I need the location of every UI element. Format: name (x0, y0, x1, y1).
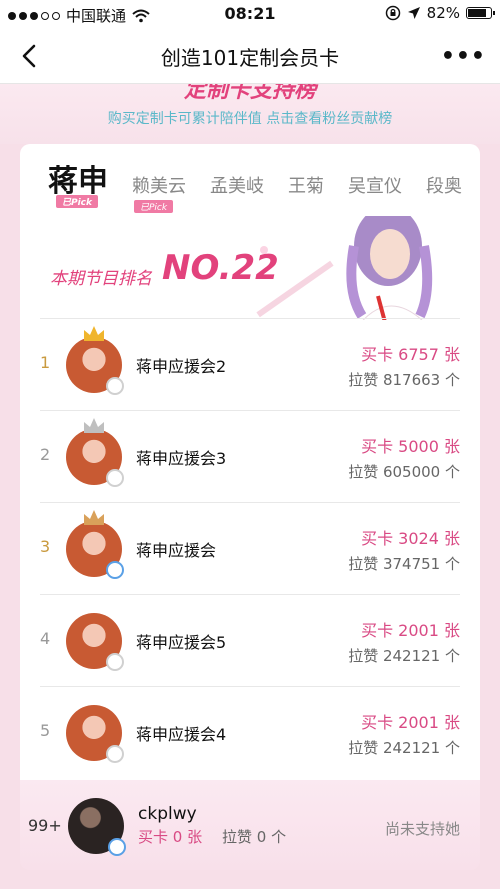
my-support-bar[interactable]: 99+ ckplwy 买卡 0 张 拉赞 0 个 尚未支持她 (20, 780, 480, 870)
rank-number: 4 (40, 629, 51, 648)
tab-contestant-4[interactable]: 王菊 (288, 154, 324, 198)
tab-label: 王菊 (288, 176, 324, 197)
ranking-card: 蒋申 已Pick 赖美云 已Pick 孟美岐 王菊 吴宣仪 段奥 本期节目排名 … (20, 144, 480, 794)
likes-count: 拉赞 242121 个 (348, 647, 460, 665)
list-item[interactable]: 1 蒋申应援会2 买卡 6757 张 拉赞 817663 个 (40, 318, 460, 410)
banner: 定制卡支持榜 购买定制卡可累计陪伴值 点击查看粉丝贡献榜 (0, 84, 500, 144)
support-status: 尚未支持她 (384, 820, 460, 838)
nav-bar: 创造101定制会员卡 ••• (0, 28, 500, 84)
likes-count: 拉赞 605000 个 (348, 463, 460, 481)
pick-badge: 已Pick (134, 200, 174, 213)
silver-crown-icon (84, 418, 104, 433)
location-arrow-icon (407, 7, 420, 19)
rank-number: 2 (40, 445, 51, 464)
tab-label: 赖美云 (132, 176, 186, 197)
medal-badge-icon (106, 469, 124, 487)
supporter-name: 蒋申应援会5 (136, 633, 227, 652)
gold-crown-icon (84, 326, 104, 341)
status-bar: 中国联通 08:21 82% (0, 0, 500, 28)
rank-label: 本期节目排名 (50, 269, 152, 289)
contestant-tabs: 蒋申 已Pick 赖美云 已Pick 孟美岐 王菊 吴宣仪 段奥 (48, 154, 480, 214)
contestant-portrait (346, 216, 433, 320)
supporter-name: 蒋申应援会2 (136, 357, 227, 376)
medal-badge-icon (106, 377, 124, 395)
tab-label: 蒋申 (48, 164, 108, 199)
my-likes-count: 拉赞 0 个 (222, 828, 287, 846)
my-rank: 99+ (28, 816, 62, 835)
rank-number: 1 (40, 353, 51, 372)
medal-badge-icon (106, 653, 124, 671)
bronze-crown-icon (84, 510, 104, 525)
avatar (66, 418, 124, 487)
medal-badge-icon (106, 561, 124, 579)
cards-count: 买卡 5000 张 (361, 437, 460, 456)
likes-count: 拉赞 374751 个 (348, 555, 460, 573)
tab-label: 吴宣仪 (348, 176, 402, 197)
tab-contestant-5[interactable]: 吴宣仪 (348, 154, 402, 198)
cards-count: 买卡 2001 张 (361, 713, 460, 732)
avatar (66, 613, 124, 671)
list-item[interactable]: 3 蒋申应援会 买卡 3024 张 拉赞 374751 个 (40, 502, 460, 594)
banner-subtitle[interactable]: 购买定制卡可累计陪伴值 点击查看粉丝贡献榜 (0, 108, 500, 128)
battery-percent: 82% (426, 4, 460, 22)
rank-section: 本期节目排名 NO.22 (20, 216, 480, 320)
avatar (66, 510, 124, 579)
banner-heading: 定制卡支持榜 (183, 84, 316, 103)
supporter-name: 蒋申应援会 (136, 541, 217, 560)
cards-count: 买卡 2001 张 (361, 621, 460, 640)
my-cards-count: 买卡 0 张 (138, 828, 203, 846)
tab-label: 孟美岐 (210, 176, 264, 197)
ranking-list: 1 蒋申应援会2 买卡 6757 张 拉赞 817663 个 2 蒋申应援会3 … (40, 318, 460, 778)
cards-count: 买卡 6757 张 (361, 345, 460, 364)
tab-contestant-2[interactable]: 赖美云 已Pick (132, 154, 186, 213)
medal-badge-icon (106, 745, 124, 763)
supporter-name: 蒋申应援会3 (136, 449, 227, 468)
rotation-lock-icon (385, 5, 400, 21)
status-right: 82% (385, 4, 495, 22)
rank-number: 5 (40, 721, 51, 740)
rank-number: 3 (40, 537, 51, 556)
avatar (66, 326, 124, 395)
more-button[interactable]: ••• (441, 44, 486, 69)
medal-badge-icon (108, 838, 126, 856)
my-username: ckplwy (138, 804, 197, 824)
page-title: 创造101定制会员卡 (160, 46, 340, 70)
battery-icon (466, 7, 495, 19)
list-item[interactable]: 4 蒋申应援会5 买卡 2001 张 拉赞 242121 个 (40, 594, 460, 686)
tab-contestant-1[interactable]: 蒋申 已Pick (48, 154, 108, 208)
cards-count: 买卡 3024 张 (361, 529, 460, 548)
tab-contestant-6[interactable]: 段奥 (426, 154, 462, 198)
list-item[interactable]: 5 蒋申应援会4 买卡 2001 张 拉赞 242121 个 (40, 686, 460, 778)
pick-badge: 已Pick (56, 195, 99, 208)
list-item[interactable]: 2 蒋申应援会3 买卡 5000 张 拉赞 605000 个 (40, 410, 460, 502)
likes-count: 拉赞 817663 个 (348, 371, 460, 389)
likes-count: 拉赞 242121 个 (348, 739, 460, 757)
supporter-name: 蒋申应援会4 (136, 725, 227, 744)
avatar (68, 798, 126, 856)
tab-contestant-3[interactable]: 孟美岐 (210, 154, 264, 198)
rank-value: NO.22 (162, 248, 279, 288)
avatar (66, 705, 124, 763)
tab-label: 段奥 (426, 176, 462, 197)
